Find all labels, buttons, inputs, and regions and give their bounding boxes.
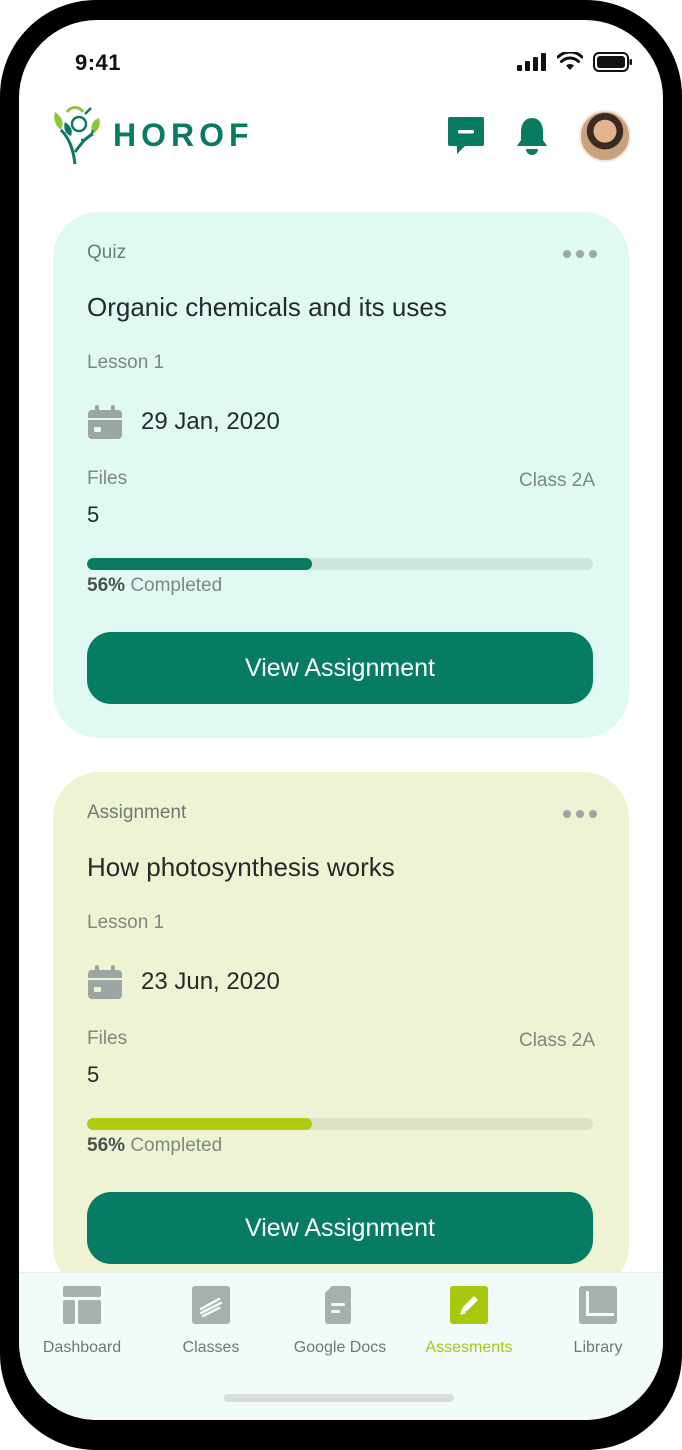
assessments-icon <box>450 1286 488 1324</box>
progress-text: 56% Completed <box>87 575 222 597</box>
app-header: HOROF <box>19 104 663 178</box>
nav-label: Assesments <box>425 1339 513 1356</box>
card-date-row: 23 Jun, 2020 <box>87 964 280 1000</box>
more-options-icon[interactable] <box>563 810 597 818</box>
card-date: 29 Jan, 2020 <box>141 408 280 435</box>
user-avatar[interactable] <box>579 110 631 162</box>
card-type-label: Assignment <box>87 802 187 823</box>
card-lesson: Lesson 1 <box>87 912 165 933</box>
calendar-icon <box>88 405 122 439</box>
nav-label: Dashboard <box>42 1339 122 1356</box>
nav-item-google-docs[interactable]: Google Docs <box>275 1285 405 1357</box>
nav-item-classes[interactable]: Classes <box>146 1285 276 1357</box>
card-title: Organic chemicals and its uses <box>87 292 447 322</box>
app-screen: 9:41 HOROF Quiz Organic chemicals and it… <box>19 20 663 1420</box>
card-date-row: 29 Jan, 2020 <box>87 404 280 440</box>
logo: HOROF <box>51 104 254 166</box>
progress-suffix: Completed <box>130 575 223 596</box>
progress-percent: 56% <box>87 575 126 596</box>
google-docs-icon <box>325 1286 351 1324</box>
card-title: How photosynthesis works <box>87 852 395 882</box>
nav-item-library[interactable]: Library <box>533 1285 663 1357</box>
card-type-label: Quiz <box>87 242 127 263</box>
files-count: 5 <box>87 502 100 527</box>
library-icon <box>579 1286 617 1324</box>
nav-item-assessments[interactable]: Assesments <box>404 1285 534 1357</box>
files-count: 5 <box>87 1062 100 1087</box>
nav-label: Classes <box>182 1339 240 1356</box>
class-label: Class 2A <box>518 1030 595 1051</box>
classes-icon <box>192 1286 230 1324</box>
files-label: Files <box>87 468 128 489</box>
progress-bar-fill <box>87 1118 313 1130</box>
progress-text: 56% Completed <box>87 1135 222 1157</box>
progress-bar-fill <box>87 558 313 570</box>
quiz-card: Quiz Organic chemicals and its uses Less… <box>53 212 629 738</box>
bell-icon[interactable] <box>515 116 549 156</box>
logo-plant-icon <box>54 106 100 165</box>
cellular-signal-icon <box>517 53 546 71</box>
nav-label: Library <box>573 1339 623 1356</box>
logo-text: HOROF <box>113 116 254 153</box>
chat-icon[interactable] <box>447 116 485 156</box>
calendar-icon <box>88 965 122 999</box>
header-actions <box>447 110 631 162</box>
assignment-card: Assignment How photosynthesis works Less… <box>53 772 629 1292</box>
card-date: 23 Jun, 2020 <box>141 968 280 995</box>
progress-bar <box>87 1118 593 1130</box>
home-indicator <box>224 1394 454 1402</box>
files-label: Files <box>87 1028 128 1049</box>
progress-suffix: Completed <box>130 1135 223 1156</box>
dashboard-icon <box>63 1286 101 1324</box>
status-icons <box>517 52 633 72</box>
view-assignment-button[interactable]: View Assignment <box>87 1192 593 1264</box>
phone-frame: 9:41 HOROF Quiz Organic chemicals and it… <box>0 0 682 1450</box>
status-time: 9:41 <box>75 50 122 75</box>
view-assignment-button[interactable]: View Assignment <box>87 632 593 704</box>
battery-icon <box>593 52 632 72</box>
nav-label: Google Docs <box>293 1339 387 1356</box>
wifi-icon <box>557 52 583 70</box>
class-label: Class 2A <box>518 470 595 491</box>
nav-item-dashboard[interactable]: Dashboard <box>19 1285 147 1357</box>
progress-bar <box>87 558 593 570</box>
more-options-icon[interactable] <box>563 250 597 258</box>
card-lesson: Lesson 1 <box>87 352 165 373</box>
progress-percent: 56% <box>87 1135 126 1156</box>
status-bar: 9:41 <box>19 20 663 110</box>
